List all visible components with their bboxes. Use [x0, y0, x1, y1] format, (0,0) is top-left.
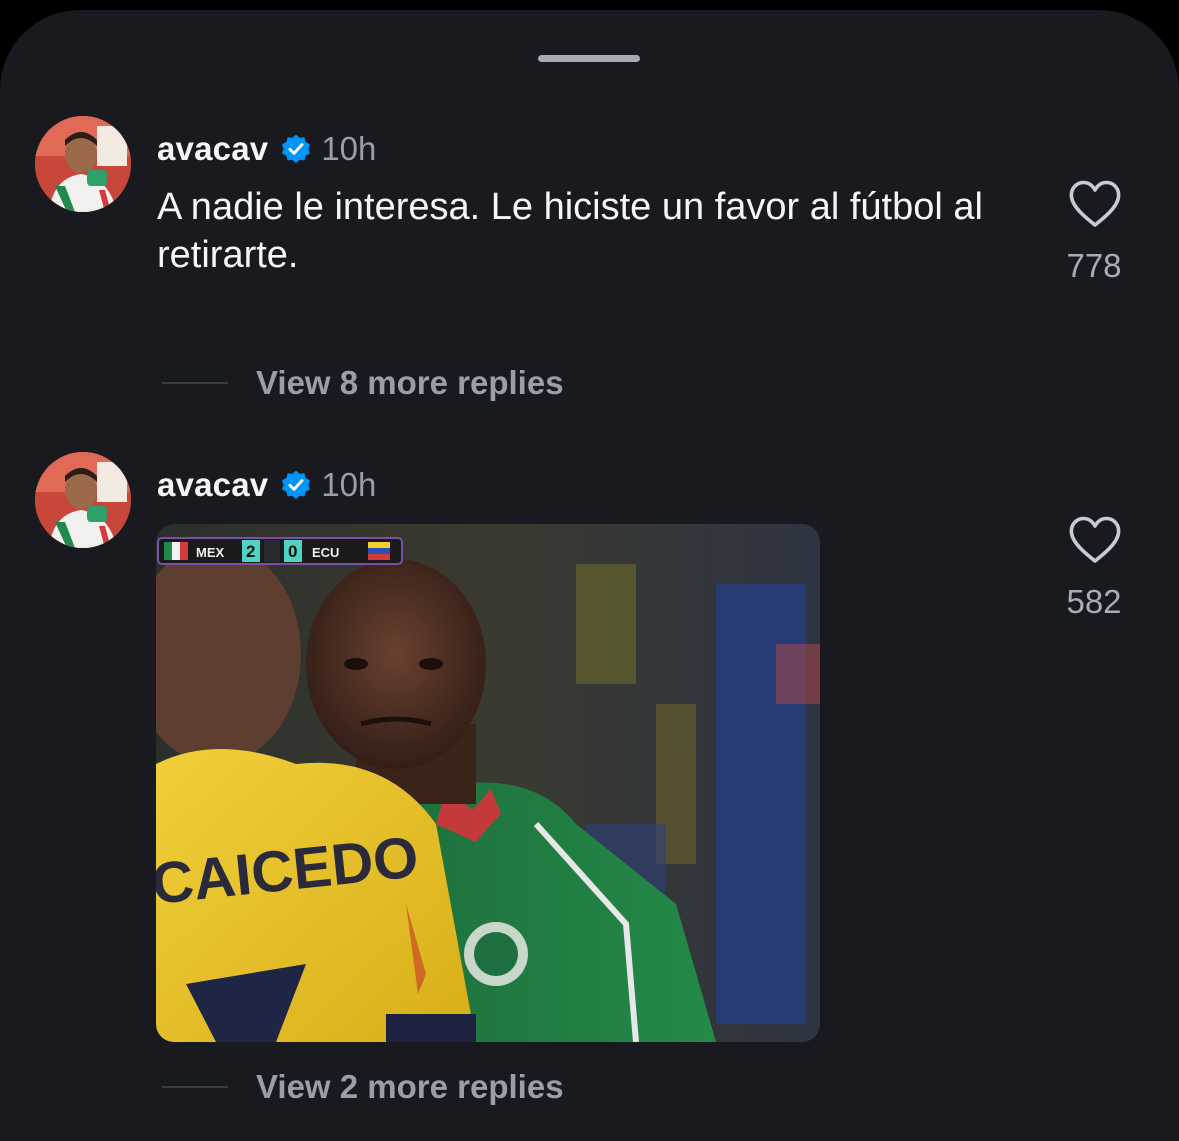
avatar[interactable]: [35, 452, 131, 548]
comment-header: avacav 10h: [157, 129, 376, 169]
avatar[interactable]: [35, 116, 131, 212]
verified-badge-icon: [282, 134, 311, 164]
username[interactable]: avacav: [157, 130, 268, 168]
like-button[interactable]: [1067, 178, 1123, 230]
view-replies-label: View 8 more replies: [256, 364, 564, 401]
like-count: 582: [1066, 583, 1122, 620]
replies-divider: [162, 382, 228, 384]
gif-image: CAICEDO MEX 2 0 ECU: [156, 524, 820, 1042]
comment-text: A nadie le interesa. Le hiciste un favor…: [157, 186, 983, 276]
comments-sheet: avacav 10h A nadie le interesa. Le hicis…: [0, 10, 1179, 1141]
heart-icon: [1069, 516, 1121, 563]
view-replies-label: View 2 more replies: [256, 1068, 564, 1105]
scoreboard-away-team: ECU: [312, 545, 339, 560]
timestamp: 10h: [321, 466, 377, 503]
view-more-replies[interactable]: View 8 more replies: [162, 364, 564, 402]
scoreboard-home-score: 2: [246, 542, 255, 561]
replies-divider: [162, 1086, 228, 1088]
like-button[interactable]: [1067, 514, 1123, 566]
heart-icon: [1069, 180, 1121, 227]
username[interactable]: avacav: [157, 466, 268, 504]
comment-header: avacav 10h: [157, 465, 376, 505]
scoreboard-away-score: 0: [288, 542, 297, 561]
like-count: 778: [1066, 247, 1122, 284]
scoreboard-home-team: MEX: [196, 545, 225, 560]
verified-badge-icon: [282, 470, 311, 500]
view-more-replies[interactable]: View 2 more replies: [162, 1068, 564, 1106]
timestamp: 10h: [321, 130, 377, 167]
comment-gif[interactable]: CAICEDO MEX 2 0 ECU: [156, 524, 820, 1042]
sheet-drag-handle[interactable]: [538, 55, 640, 62]
scoreboard: MEX 2 0 ECU: [157, 537, 403, 565]
